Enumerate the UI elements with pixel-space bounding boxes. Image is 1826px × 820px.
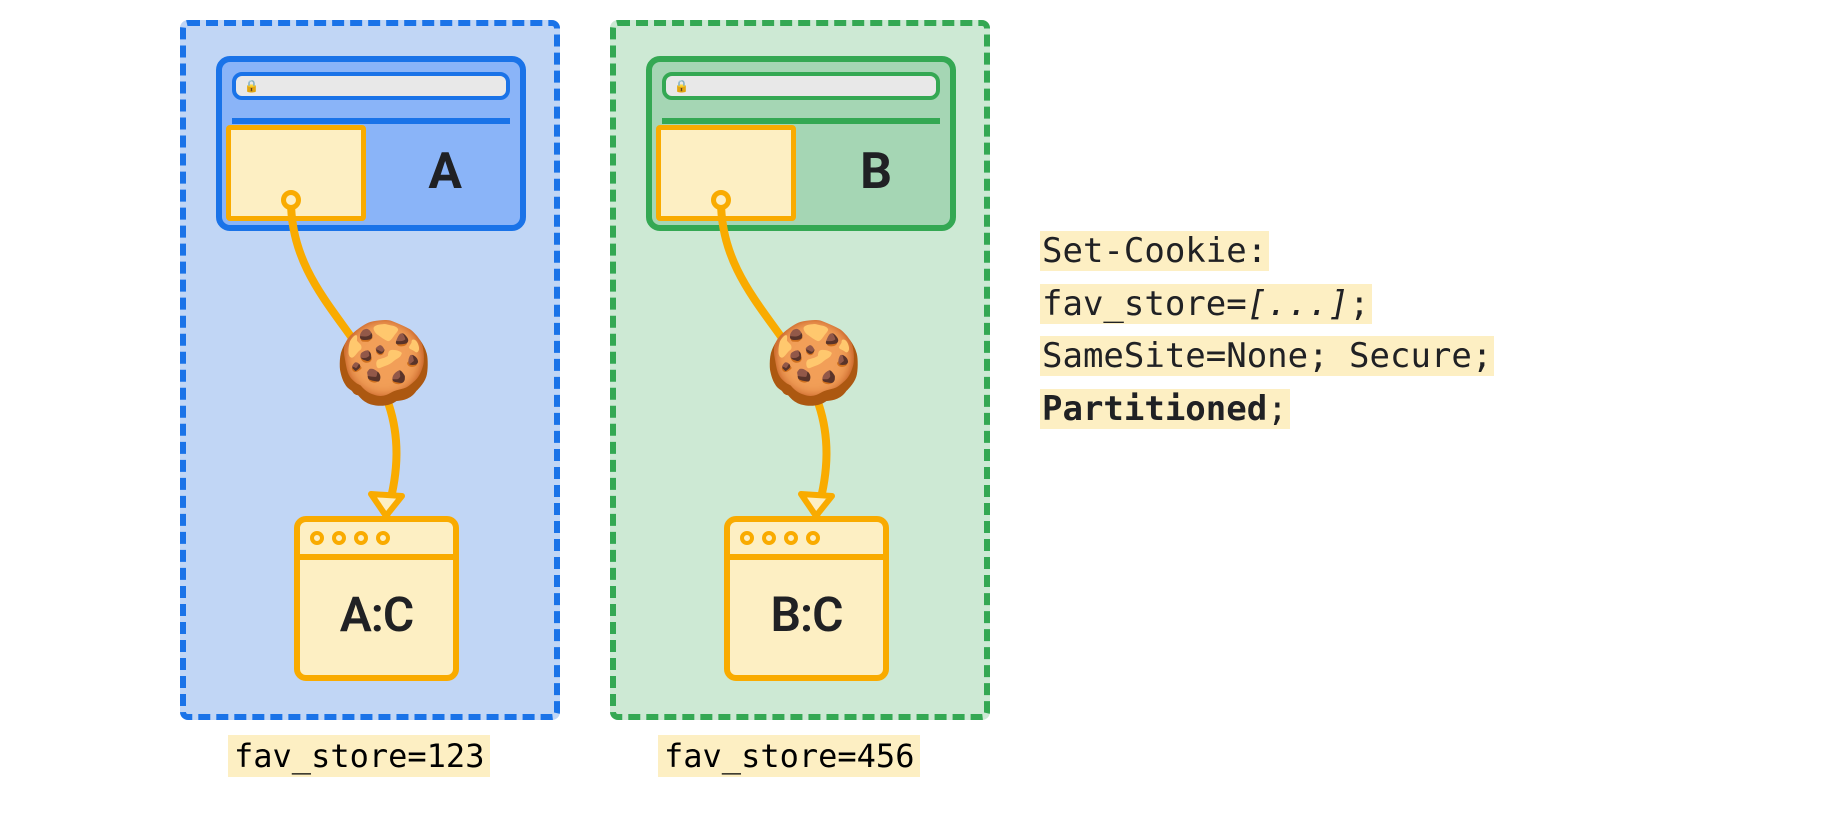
site-label-a: A bbox=[428, 143, 462, 201]
caption-b: fav_store=456 bbox=[658, 735, 920, 777]
code-line-2: fav_store=[...]; bbox=[1040, 284, 1372, 324]
code-line-4: Partitioned; bbox=[1040, 389, 1290, 429]
cookie-jar-a: A:C bbox=[294, 516, 459, 681]
jar-dot-icon bbox=[806, 531, 820, 545]
set-cookie-code: Set-Cookie: fav_store=[...]; SameSite=No… bbox=[1040, 225, 1494, 436]
code-line-3: SameSite=None; Secure; bbox=[1040, 336, 1494, 376]
lock-icon: 🔒 bbox=[674, 79, 689, 93]
cookie-jar-b: B:C bbox=[724, 516, 889, 681]
site-label-b: B bbox=[860, 143, 892, 201]
url-bar: 🔒 bbox=[232, 72, 510, 100]
diagram-stage: 🔒 A 🍪 A:C 🔒 bbox=[10, 10, 1816, 810]
url-bar: 🔒 bbox=[662, 72, 940, 100]
partition-b: 🔒 B 🍪 B:C bbox=[610, 20, 990, 720]
connector-dot bbox=[711, 190, 731, 210]
connector-dot bbox=[281, 190, 301, 210]
browser-window-a: 🔒 A bbox=[216, 56, 526, 231]
jar-dot-icon bbox=[376, 531, 390, 545]
lock-icon: 🔒 bbox=[244, 79, 259, 93]
caption-a: fav_store=123 bbox=[228, 735, 490, 777]
jar-dot-icon bbox=[332, 531, 346, 545]
code-line-1: Set-Cookie: bbox=[1040, 231, 1269, 271]
jar-dot-icon bbox=[784, 531, 798, 545]
jar-dot-icon bbox=[354, 531, 368, 545]
jar-dot-icon bbox=[310, 531, 324, 545]
partition-a: 🔒 A 🍪 A:C bbox=[180, 20, 560, 720]
jar-label-b: B:C bbox=[730, 560, 883, 669]
toolbar-strip bbox=[662, 106, 940, 124]
cookie-icon: 🍪 bbox=[764, 316, 864, 410]
browser-window-b: 🔒 B bbox=[646, 56, 956, 231]
jar-header bbox=[300, 522, 453, 560]
jar-label-a: A:C bbox=[300, 560, 453, 669]
jar-dot-icon bbox=[740, 531, 754, 545]
jar-dot-icon bbox=[762, 531, 776, 545]
toolbar-strip bbox=[232, 106, 510, 124]
jar-header bbox=[730, 522, 883, 560]
cookie-icon: 🍪 bbox=[334, 316, 434, 410]
